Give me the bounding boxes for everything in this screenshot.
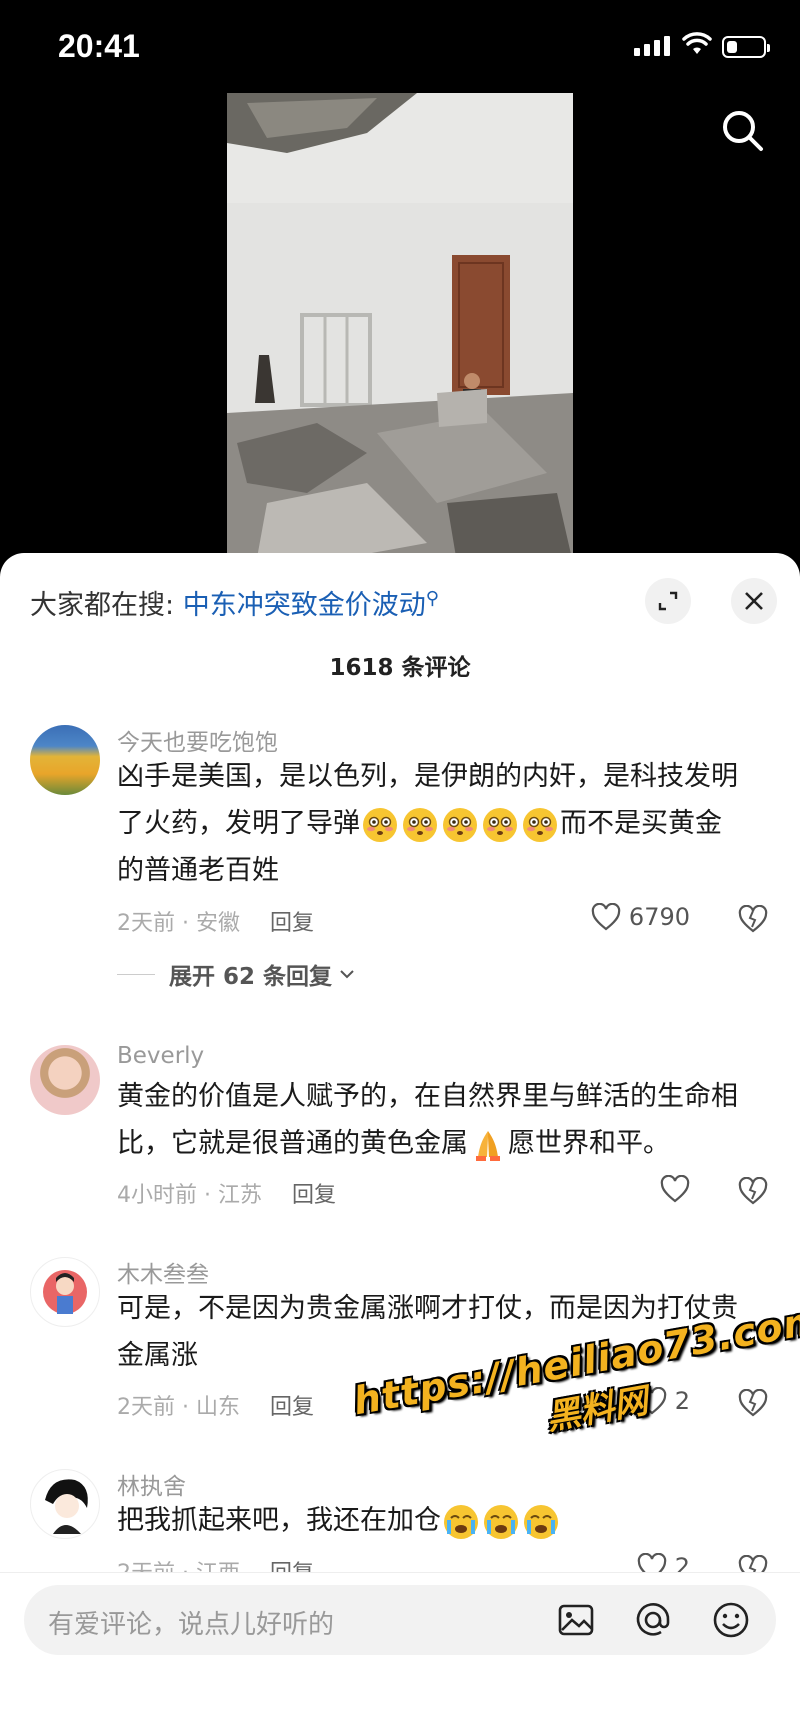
chevron-down-icon <box>340 970 354 979</box>
hot-search-term[interactable]: 中东冲突致金价波动 <box>183 590 426 621</box>
wifi-icon <box>682 32 712 54</box>
avatar[interactable] <box>30 1045 100 1115</box>
like-count: 6790 <box>628 903 690 931</box>
comment-time-location: 4小时前 · 江苏 <box>117 1183 262 1208</box>
comment-line: 的普通老百姓 <box>117 855 279 886</box>
comment-input[interactable]: 有爱评论，说点儿好听的 <box>24 1585 776 1655</box>
avatar[interactable] <box>30 725 100 795</box>
comment-username[interactable]: 今天也要吃饱饱 <box>117 723 278 757</box>
like-button[interactable] <box>660 1175 690 1203</box>
reply-button[interactable]: 回复 <box>270 1395 314 1420</box>
hot-search-prefix: 大家都在搜: <box>30 590 175 621</box>
close-icon <box>745 592 763 610</box>
comment-text: 凶手是美国，是以色列，是伊朗的内奸，是科技发明 了火药，发明了导弹 而不是买黄金 … <box>117 753 767 894</box>
heart-icon <box>660 1175 690 1203</box>
comment-count: 1618 条评论 <box>329 655 471 681</box>
comment-line: 了火药，发明了导弹 而不是买黄金 <box>117 800 767 847</box>
comment-line-part: 把我抓起来吧，我还在加仓 <box>117 1505 441 1536</box>
broken-heart-icon[interactable] <box>738 905 768 933</box>
video-player[interactable] <box>227 93 573 563</box>
comment-line: 把我抓起来吧，我还在加仓 <box>117 1497 767 1544</box>
hot-search-bar[interactable]: 大家都在搜: 中东冲突致金价波动⚲ <box>30 583 439 622</box>
broken-heart-icon[interactable] <box>738 1177 768 1205</box>
like-button[interactable]: 6790 <box>591 903 690 931</box>
flushed-emoji-icon <box>360 807 560 842</box>
signal-icon <box>634 36 670 56</box>
comment-meta: 2天前 · 安徽 回复 <box>117 905 314 937</box>
comment-line-part: 比，它就是很普通的黄色金属 <box>117 1128 468 1159</box>
comment-username[interactable]: 林执舍 <box>117 1467 186 1501</box>
expand-icon <box>658 591 678 611</box>
pray-emoji-icon <box>476 1130 500 1161</box>
comment-line: 比，它就是很普通的黄色金属 愿世界和平。 <box>117 1120 767 1167</box>
reply-button[interactable]: 回复 <box>270 911 314 936</box>
comment-meta: 4小时前 · 江苏 回复 <box>117 1177 336 1209</box>
comment-input-placeholder: 有爱评论，说点儿好听的 <box>48 1610 335 1640</box>
comment-line-part: 而不是买黄金 <box>560 808 722 839</box>
avatar[interactable] <box>30 1257 100 1327</box>
comment-time-location: 2天前 · 山东 <box>117 1395 240 1420</box>
comment-username[interactable]: 木木叁叁 <box>117 1255 209 1289</box>
comment-line-part: 了火药，发明了导弹 <box>117 808 360 839</box>
reply-button[interactable]: 回复 <box>292 1183 336 1208</box>
search-icon[interactable] <box>722 110 764 152</box>
status-bar: 20:41 <box>0 0 800 95</box>
comment-time-location: 2天前 · 安徽 <box>117 911 240 936</box>
expand-button[interactable] <box>645 578 691 624</box>
search-icon: ⚲ <box>425 588 439 609</box>
comment-text: 把我抓起来吧，我还在加仓 <box>117 1497 767 1544</box>
comment-meta: 2天前 · 山东 回复 <box>117 1389 314 1421</box>
comment-input-bar: 有爱评论，说点儿好听的 <box>0 1572 800 1732</box>
battery-icon <box>722 36 770 58</box>
at-icon[interactable] <box>634 1601 672 1639</box>
comment-text: 黄金的价值是人赋予的，在自然界里与鲜活的生命相 比，它就是很普通的黄色金属 愿世界… <box>117 1073 767 1167</box>
heart-icon <box>591 903 621 931</box>
close-button[interactable] <box>731 578 777 624</box>
comment-username[interactable]: Beverly <box>117 1043 204 1069</box>
comment-line: 黄金的价值是人赋予的，在自然界里与鲜活的生命相 <box>117 1081 738 1112</box>
avatar[interactable] <box>30 1469 100 1539</box>
comment-line-part: 愿世界和平。 <box>508 1128 670 1159</box>
expand-replies-button[interactable]: 展开 62 条回复 <box>117 957 356 991</box>
comment-sheet: 大家都在搜: 中东冲突致金价波动⚲ 1618 条评论 今天也要吃饱饱 凶手是美国… <box>0 553 800 1731</box>
image-icon[interactable] <box>557 1601 595 1639</box>
video-frame-image <box>227 93 573 563</box>
crying-emoji-icon <box>441 1504 561 1539</box>
emoji-icon[interactable] <box>712 1601 750 1639</box>
status-time: 20:41 <box>58 28 140 64</box>
expand-replies-label: 展开 62 条回复 <box>169 964 333 990</box>
comment-line: 凶手是美国，是以色列，是伊朗的内奸，是科技发明 <box>117 761 738 792</box>
